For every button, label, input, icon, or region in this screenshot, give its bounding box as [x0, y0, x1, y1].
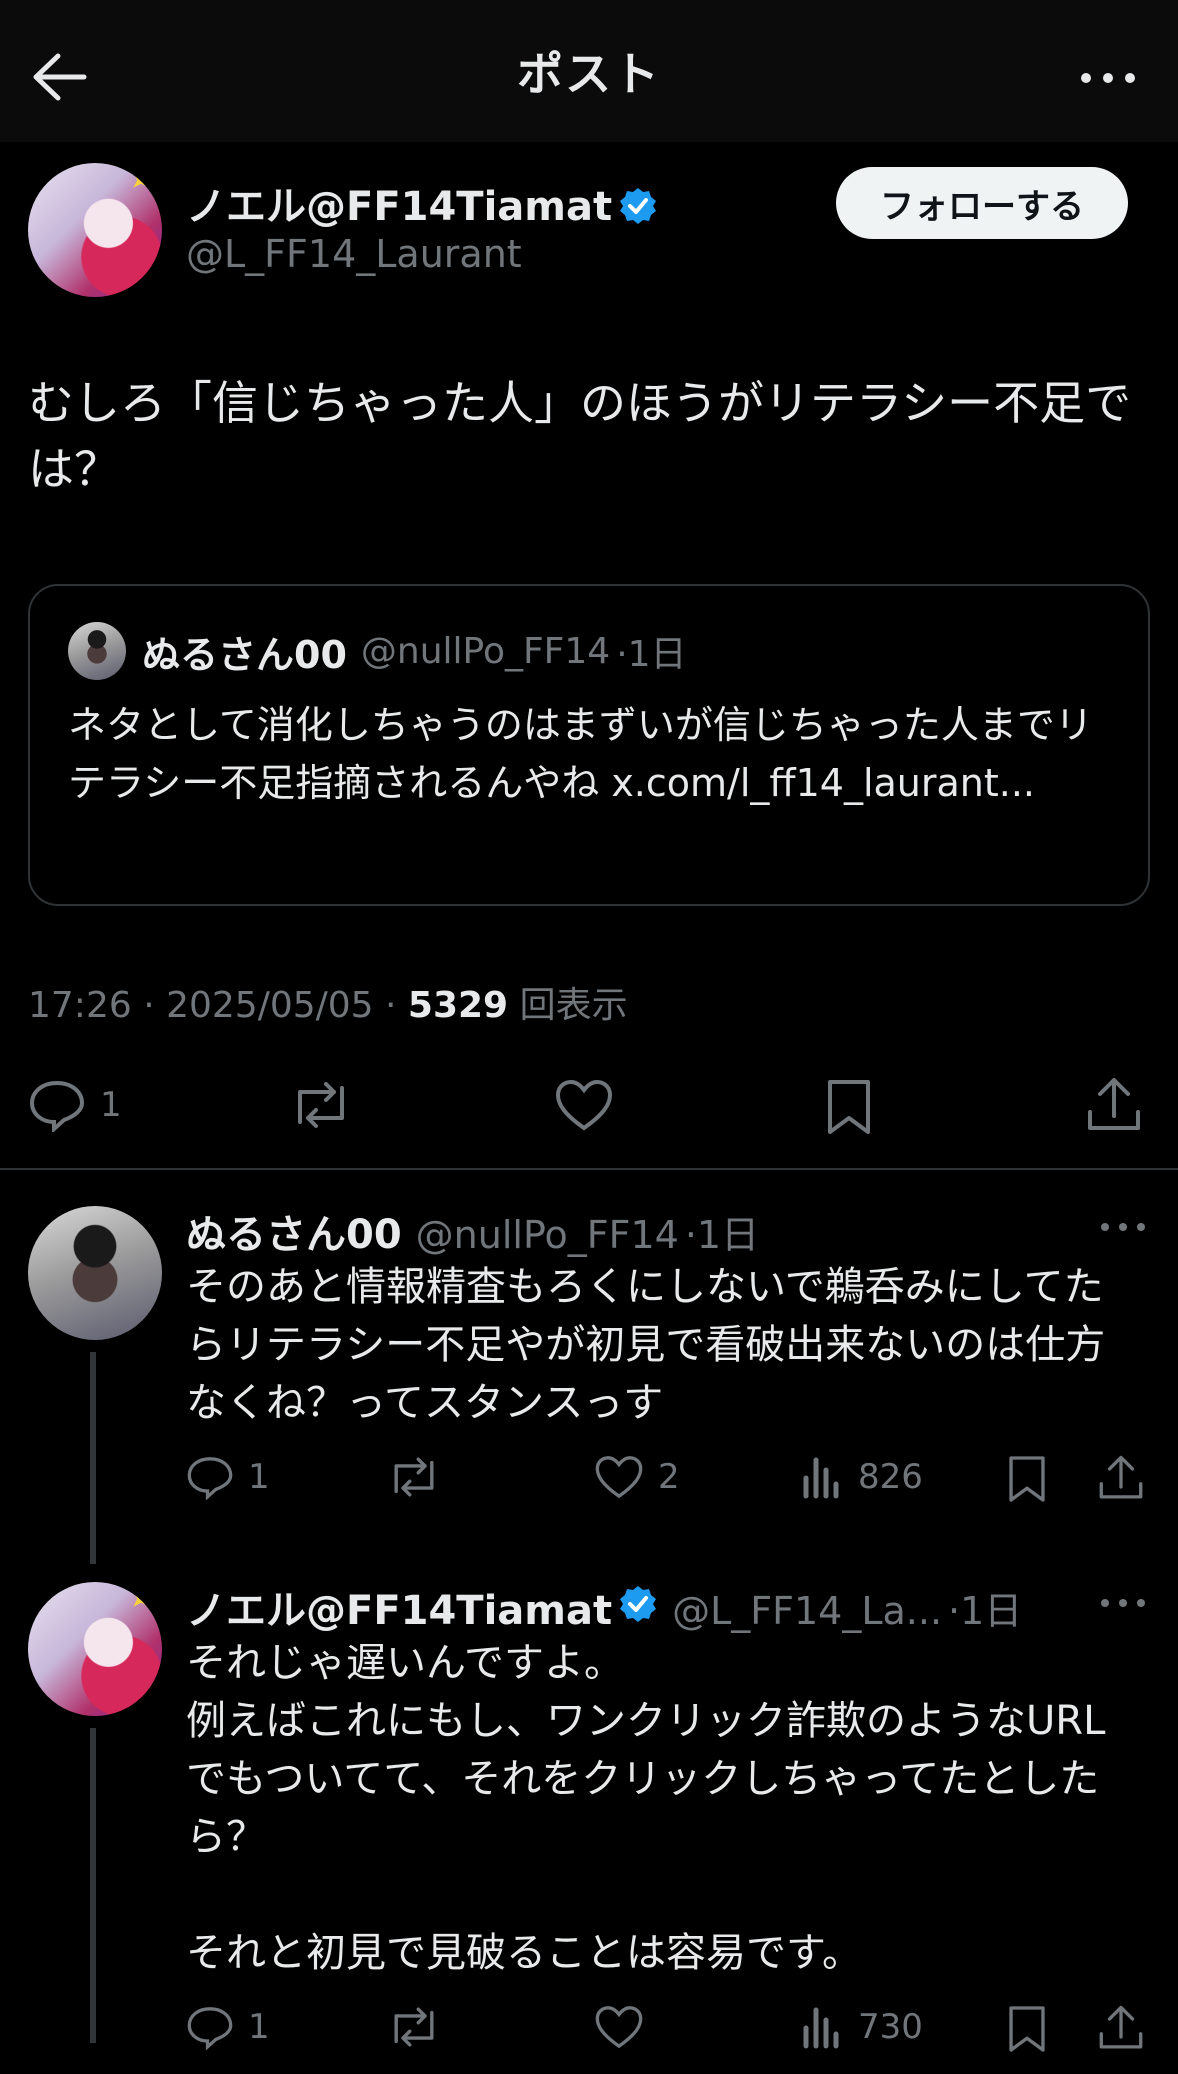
- divider: [0, 1168, 1178, 1170]
- top-bar: ポスト: [0, 0, 1178, 142]
- like-icon: [595, 2006, 643, 2049]
- quoted-time: ·1日: [616, 634, 687, 675]
- avatar[interactable]: [28, 1582, 162, 1716]
- quoted-text: ネタとして消化しちゃうのはまずいが信じちゃった人までリテラシー不足指摘されるんや…: [68, 703, 1093, 805]
- views-button[interactable]: 730: [800, 2004, 923, 2050]
- bookmark-button[interactable]: [1006, 1454, 1048, 1504]
- bookmark-icon: [1009, 1456, 1045, 1502]
- reply-time: ·1日: [948, 1589, 1023, 1633]
- views-count[interactable]: 5329: [408, 985, 508, 1026]
- repost-icon: [394, 1457, 434, 1497]
- avatar[interactable]: [28, 163, 162, 297]
- views-icon: [803, 1457, 839, 1499]
- share-button[interactable]: [1086, 1076, 1142, 1134]
- reply-author-name[interactable]: ぬるさん00: [186, 1202, 402, 1260]
- author-name: ノエル@FF14Tiamat: [186, 184, 613, 230]
- views-button[interactable]: 826: [800, 1454, 923, 1500]
- quoted-author-name: ぬるさん00: [142, 632, 347, 677]
- like-count: 2: [658, 1457, 680, 1497]
- reply-text: それじゃ遅いんですよ。 例えばこれにもし、ワンクリック詐欺のようなURLでもつい…: [186, 1640, 1106, 1976]
- reply-icon: [187, 1457, 233, 1500]
- views-label: 回表示: [519, 985, 628, 1026]
- reply-author-handle[interactable]: @nullPo_FF14: [416, 1213, 679, 1257]
- repost-icon: [298, 1082, 344, 1128]
- bookmark-icon: [828, 1080, 870, 1134]
- reply-button[interactable]: 1: [28, 1078, 122, 1132]
- follow-button[interactable]: フォローする: [836, 167, 1128, 239]
- reply-time: ·1日: [684, 1213, 760, 1257]
- avatar[interactable]: [28, 1206, 162, 1340]
- repost-icon: [394, 2007, 434, 2047]
- post-text: むしろ「信じちゃった人」のほうがリテラシー不足では？: [28, 376, 1132, 496]
- reply-more-icon[interactable]: [1098, 1588, 1148, 1618]
- verified-badge-icon: [618, 1584, 658, 1624]
- post-action-bar: 1: [0, 1072, 1178, 1142]
- reply-header: ぬるさん00 @nullPo_FF14 ·1日: [186, 1202, 759, 1260]
- reply-action-bar: 1 730: [0, 2004, 1178, 2074]
- verified-badge-icon: [618, 186, 658, 226]
- like-button[interactable]: [554, 1078, 614, 1132]
- reply-button[interactable]: 1: [186, 2004, 270, 2050]
- bookmark-button[interactable]: [1006, 2004, 1048, 2054]
- like-icon: [555, 1079, 613, 1131]
- share-button[interactable]: [1098, 1454, 1144, 1502]
- repost-button[interactable]: [288, 1078, 354, 1132]
- quoted-author-handle: @nullPo_FF14: [360, 630, 611, 672]
- reply-author-handle[interactable]: @L_FF14_La...: [672, 1589, 942, 1633]
- reply-icon: [29, 1080, 85, 1132]
- reply-header: ノエル@FF14Tiamat @L_FF14_La... ·1日: [186, 1578, 1022, 1636]
- reply-icon: [187, 2007, 233, 2050]
- bookmark-icon: [1009, 2006, 1045, 2052]
- view-count: 730: [858, 2007, 923, 2047]
- view-count: 826: [858, 1457, 923, 1497]
- reply-text: そのあと情報精査もろくにしないで鵜呑みにしてたらリテラシー不足やが初見で看破出来…: [186, 1264, 1106, 1426]
- like-icon: [595, 1456, 643, 1499]
- repost-button[interactable]: [386, 2004, 442, 2050]
- quoted-post[interactable]: ぬるさん00 @nullPo_FF14 ·1日 ネタとして消化しちゃうのはまずい…: [28, 584, 1150, 906]
- post-timestamp: 17:26 · 2025/05/05 ·: [28, 985, 408, 1026]
- share-icon: [1088, 1078, 1140, 1130]
- reply-more-icon[interactable]: [1098, 1212, 1148, 1242]
- quoted-header: ぬるさん00 @nullPo_FF14 ·1日: [142, 622, 687, 680]
- repost-button[interactable]: [386, 1454, 442, 1500]
- views-icon: [803, 2007, 839, 2049]
- reply-count: 1: [248, 2007, 270, 2047]
- reply-action-bar: 1 2 826: [0, 1454, 1178, 1524]
- post-meta: 17:26 · 2025/05/05 · 5329 回表示: [28, 976, 628, 1028]
- author-handle[interactable]: @L_FF14_Laurant: [186, 232, 522, 276]
- author-name-row[interactable]: ノエル@FF14Tiamat: [186, 174, 658, 232]
- reply-count: 1: [248, 1457, 270, 1497]
- quoted-avatar: [68, 622, 126, 680]
- share-icon: [1099, 2005, 1143, 2049]
- share-icon: [1099, 1455, 1143, 1499]
- back-arrow-icon[interactable]: [30, 50, 90, 104]
- thread-line: [90, 1728, 96, 2043]
- reply-author-name[interactable]: ノエル@FF14Tiamat: [186, 1578, 612, 1636]
- reply-count: 1: [100, 1085, 122, 1125]
- like-button[interactable]: 2: [594, 1454, 680, 1500]
- like-button[interactable]: [594, 2004, 644, 2050]
- share-button[interactable]: [1098, 2004, 1144, 2052]
- more-icon[interactable]: [1078, 58, 1138, 98]
- page-title: ポスト: [517, 47, 661, 101]
- bookmark-button[interactable]: [824, 1078, 874, 1136]
- reply-button[interactable]: 1: [186, 1454, 270, 1500]
